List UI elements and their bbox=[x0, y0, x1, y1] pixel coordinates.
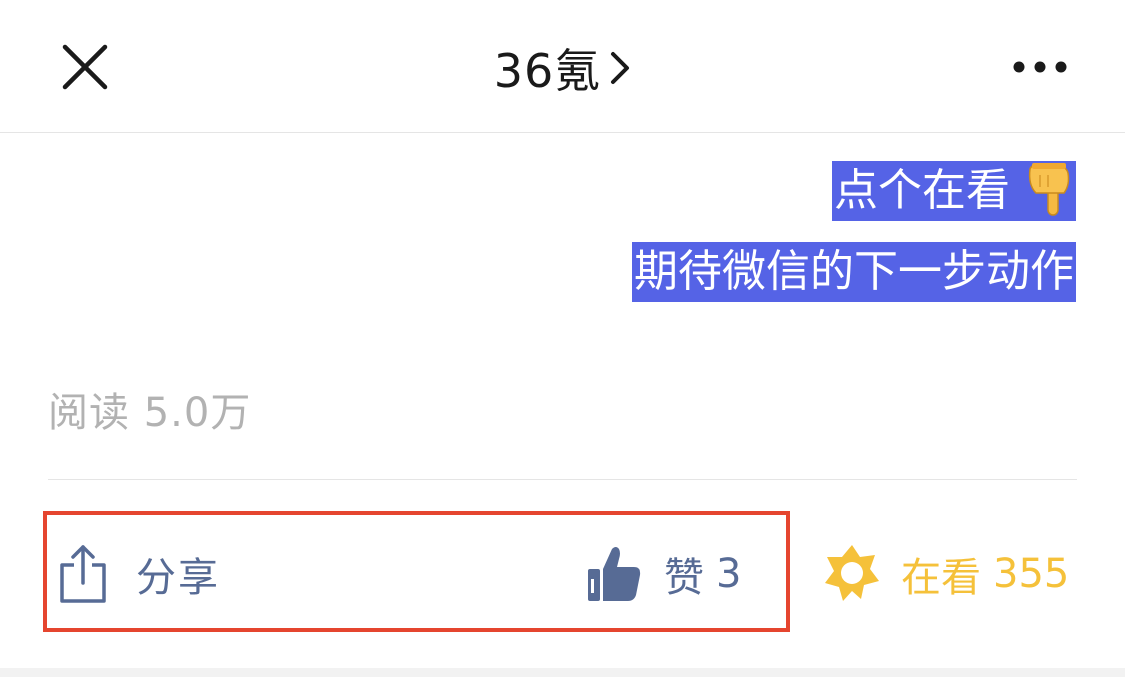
more-options-button[interactable] bbox=[1004, 47, 1076, 87]
share-label: 分享 bbox=[136, 555, 220, 601]
like-count: 3 bbox=[716, 551, 742, 597]
read-count-value: 5.0万 bbox=[143, 390, 252, 436]
article-page: 36氪 点个在看 期待微信的下一步动作 阅读 5.0万 分享 赞 3 在看 35… bbox=[0, 0, 1125, 677]
divider bbox=[48, 479, 1077, 480]
share-icon bbox=[60, 545, 106, 603]
share-button[interactable]: 分享 bbox=[58, 543, 220, 605]
highlight-text-2: 期待微信的下一步动作 bbox=[634, 246, 1074, 297]
account-title-link[interactable]: 36氪 bbox=[494, 35, 632, 101]
wow-label: 在看 bbox=[901, 555, 981, 601]
account-name: 36氪 bbox=[493, 44, 602, 98]
wow-button[interactable]: 在看 355 bbox=[823, 543, 1069, 605]
wow-star-icon bbox=[825, 545, 879, 601]
highlight-line-1: 点个在看 bbox=[832, 161, 1076, 221]
like-button[interactable]: 赞 3 bbox=[586, 543, 741, 605]
title-wrapper: 36氪 bbox=[0, 36, 1125, 100]
highlight-line-2: 期待微信的下一步动作 bbox=[632, 242, 1076, 302]
more-icon bbox=[1013, 61, 1067, 73]
read-label: 阅读 bbox=[48, 390, 130, 436]
bottom-separator bbox=[0, 668, 1125, 677]
like-label: 赞 bbox=[664, 555, 704, 601]
wow-count: 355 bbox=[993, 551, 1070, 597]
top-nav-bar: 36氪 bbox=[0, 0, 1125, 133]
highlight-text-1: 点个在看 bbox=[834, 165, 1010, 216]
pointing-down-hand-icon bbox=[1024, 163, 1074, 219]
read-count: 阅读 5.0万 bbox=[48, 380, 251, 438]
thumbs-up-icon bbox=[588, 547, 641, 601]
chevron-right-icon bbox=[609, 50, 631, 86]
